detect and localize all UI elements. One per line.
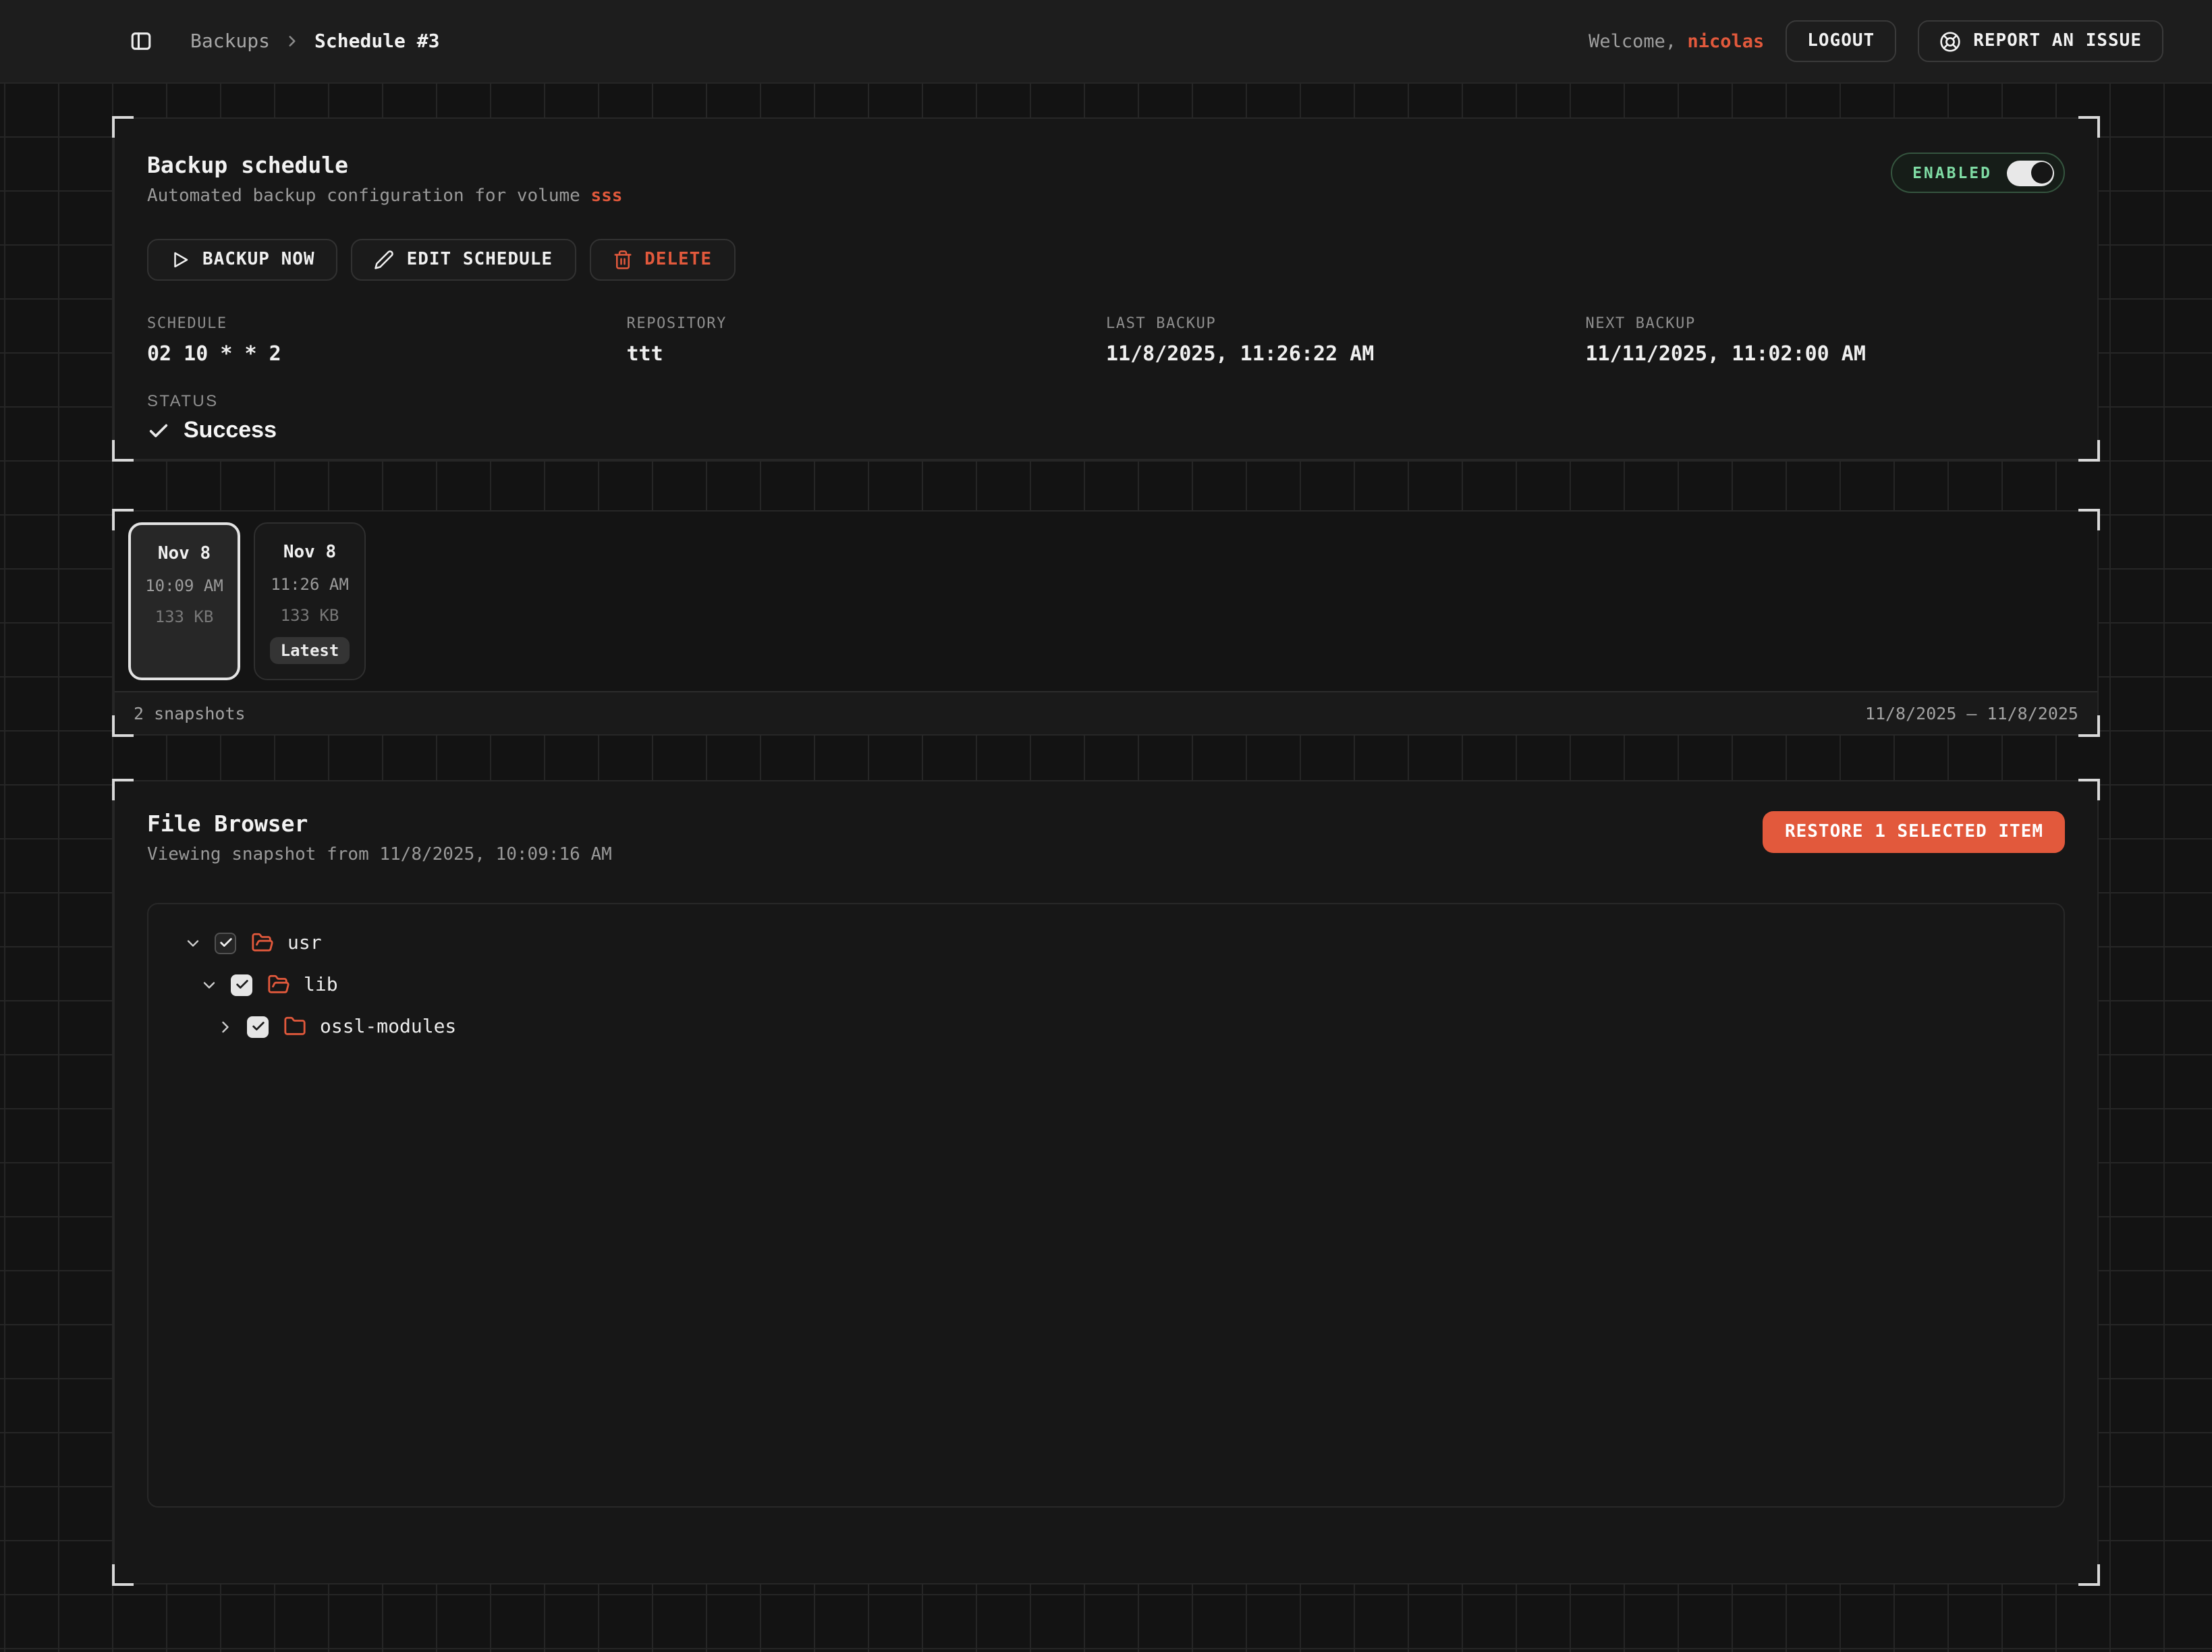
tree-item-label: usr [287,932,322,954]
welcome-text: Welcome, nicolas [1588,30,1764,52]
checkbox-checked[interactable] [247,1016,269,1037]
snapshot-time: 11:26 AM [271,575,349,594]
enabled-toggle[interactable]: ENABLED [1891,153,2065,193]
breadcrumb-current-page: Schedule #3 [314,30,439,52]
snapshot-size: 133 KB [281,606,339,625]
subtitle-prefix: Automated backup configuration for volum… [147,186,590,206]
file-browser-title: File Browser [147,811,612,837]
play-icon [170,250,190,270]
file-browser-panel: File Browser Viewing snapshot from 11/8/… [113,780,2099,1585]
corner-bracket [2078,779,2100,800]
corner-bracket [2078,116,2100,138]
latest-badge: Latest [270,637,350,664]
snapshot-size: 133 KB [155,607,214,626]
edit-schedule-label: EDIT SCHEDULE [407,250,553,270]
corner-bracket [112,116,134,138]
file-tree: usr lib [147,903,2065,1508]
corner-bracket [112,440,134,462]
status-block: STATUS Success [147,391,2065,444]
field-repository: REPOSITORY ttt [627,314,1107,366]
backup-now-label: BACKUP NOW [202,250,315,270]
field-value: 11/11/2025, 11:02:00 AM [1586,341,2066,366]
folder-open-icon [251,931,274,954]
enabled-label: ENABLED [1912,163,1992,182]
field-value: 02 10 * * 2 [147,341,627,366]
chevron-right-icon [283,32,301,50]
field-label: LAST BACKUP [1106,314,1586,332]
lifebuoy-icon [1939,30,1961,52]
edit-schedule-button[interactable]: EDIT SCHEDULE [352,239,576,281]
timeline-footer: 2 snapshots 11/8/2025 – 11/8/2025 [115,691,2097,734]
corner-bracket [112,1564,134,1586]
snapshot-date: Nov 8 [283,543,336,563]
snapshot-timeline-panel: Nov 8 10:09 AM 133 KB Nov 8 11:26 AM 133… [113,510,2099,736]
report-issue-label: REPORT AN ISSUE [1973,31,2142,51]
snapshot-list: Nov 8 10:09 AM 133 KB Nov 8 11:26 AM 133… [115,512,2097,691]
chevron-down-icon[interactable] [200,975,219,994]
page-background: Backups Schedule #3 Welcome, nicolas LOG… [0,0,2212,1652]
folder-icon [283,1015,306,1038]
tree-item-label: lib [304,974,338,995]
pencil-icon [375,250,395,270]
toggle-knob [2030,162,2052,184]
top-bar: Backups Schedule #3 Welcome, nicolas LOG… [0,0,2212,82]
backup-now-button[interactable]: BACKUP NOW [147,239,338,281]
field-schedule: SCHEDULE 02 10 * * 2 [147,314,627,366]
check-icon [147,419,170,442]
corner-bracket [112,509,134,530]
backup-schedule-panel: Backup schedule Automated backup configu… [113,117,2099,460]
schedule-info-grid: SCHEDULE 02 10 * * 2 REPOSITORY ttt LAST… [147,314,2065,366]
volume-name: sss [590,186,622,206]
corner-bracket [112,779,134,800]
chevron-right-icon[interactable] [216,1017,235,1036]
status-text: Success [184,417,277,444]
delete-label: DELETE [644,250,712,270]
restore-selected-button[interactable]: RESTORE 1 SELECTED ITEM [1763,811,2065,853]
schedule-panel-title: Backup schedule [147,153,622,178]
toggle-switch[interactable] [2007,160,2054,186]
tree-row-usr[interactable]: usr [148,922,2064,964]
snapshot-card[interactable]: Nov 8 11:26 AM 133 KB Latest [254,522,366,680]
field-value: ttt [627,341,1107,366]
logout-label: LOGOUT [1807,31,1875,51]
status-value: Success [147,417,2065,444]
snapshot-card-selected[interactable]: Nov 8 10:09 AM 133 KB [128,522,240,680]
delete-button[interactable]: DELETE [589,239,735,281]
snapshot-date: Nov 8 [158,544,211,564]
field-label: NEXT BACKUP [1586,314,2066,332]
panel-left-icon [130,30,153,53]
checkbox-checked[interactable] [231,974,252,995]
sidebar-toggle-button[interactable] [130,30,153,53]
corner-bracket [2078,715,2100,737]
file-browser-subtitle: Viewing snapshot from 11/8/2025, 10:09:1… [147,845,612,865]
corner-bracket [2078,509,2100,530]
report-issue-button[interactable]: REPORT AN ISSUE [1918,20,2163,62]
snapshot-time: 10:09 AM [145,576,223,595]
field-label: SCHEDULE [147,314,627,332]
logout-button[interactable]: LOGOUT [1786,20,1896,62]
breadcrumb-backups[interactable]: Backups [190,30,270,52]
chevron-down-icon[interactable] [184,933,202,952]
corner-bracket [112,715,134,737]
checkbox-partial[interactable] [215,932,236,954]
corner-bracket [2078,1564,2100,1586]
schedule-panel-subtitle: Automated backup configuration for volum… [147,186,622,206]
corner-bracket [2078,440,2100,462]
status-label: STATUS [147,391,2065,410]
tree-row-lib[interactable]: lib [148,964,2064,1006]
tree-item-label: ossl-modules [320,1016,456,1037]
field-label: REPOSITORY [627,314,1107,332]
field-last-backup: LAST BACKUP 11/8/2025, 11:26:22 AM [1106,314,1586,366]
welcome-prefix: Welcome, [1588,30,1676,52]
folder-open-icon [267,973,290,996]
trash-icon [612,250,632,270]
breadcrumb: Backups Schedule #3 [190,30,439,52]
field-next-backup: NEXT BACKUP 11/11/2025, 11:02:00 AM [1586,314,2066,366]
snapshot-date-range: 11/8/2025 – 11/8/2025 [1865,703,2078,723]
field-value: 11/8/2025, 11:26:22 AM [1106,341,1586,366]
tree-row-ossl-modules[interactable]: ossl-modules [148,1006,2064,1047]
snapshot-count: 2 snapshots [134,703,246,723]
username: nicolas [1687,30,1764,52]
